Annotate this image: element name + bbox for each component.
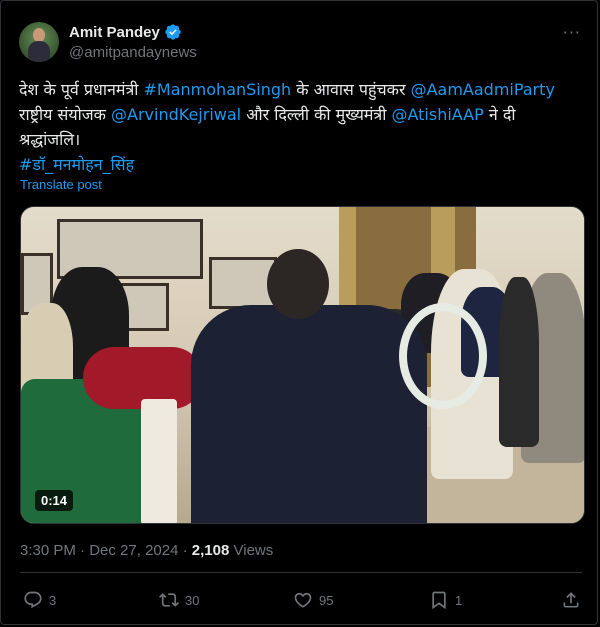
video-frame-person	[191, 305, 427, 523]
mention-link[interactable]: @AamAadmiParty	[411, 80, 555, 99]
video-frame-wreath	[399, 303, 487, 409]
post-meta: 3:30 PM · Dec 27, 2024 · 2,108 Views	[20, 542, 273, 559]
video-frame-person	[267, 249, 329, 319]
more-options-icon[interactable]: ···	[563, 23, 581, 42]
post-text-line-2: राष्ट्रीय संयोजक @ArvindKejriwal और दिल्…	[19, 102, 585, 127]
post-text-line-3: श्रद्धांजलि।	[19, 127, 585, 152]
share-icon	[563, 592, 579, 608]
post-text-segment: श्रद्धांजलि।	[19, 130, 81, 149]
avatar-head	[33, 28, 45, 42]
mention-link[interactable]: @AtishiAAP	[391, 105, 483, 124]
author-display-name[interactable]: Amit Pandey	[69, 24, 160, 41]
post-text: देश के पूर्व प्रधानमंत्री #ManmohanSingh…	[19, 77, 585, 177]
bookmark-button[interactable]: 1	[429, 590, 462, 610]
post-text-segment: के आवास पहुंचकर	[291, 80, 411, 99]
views-count[interactable]: 2,108	[192, 542, 230, 559]
video-duration-badge: 0:14	[35, 490, 74, 511]
post-card: Amit Pandey @amitpandaynews ··· देश के प…	[0, 0, 598, 625]
post-text-segment: देश के पूर्व प्रधानमंत्री	[19, 80, 144, 99]
video-frame-person	[499, 277, 539, 447]
hashtag-link[interactable]: #डॉ_मनमोहन_सिंह	[19, 155, 134, 174]
author-name-row: Amit Pandey	[69, 23, 182, 41]
reply-button[interactable]: 3	[23, 590, 56, 610]
post-text-line-4: #डॉ_मनमोहन_सिंह	[19, 152, 585, 177]
repost-button[interactable]: 30	[159, 590, 199, 610]
meta-separator: ·	[75, 542, 90, 559]
post-time[interactable]: 3:30 PM	[20, 542, 76, 559]
views-label: Views	[229, 542, 274, 559]
repost-count: 30	[185, 592, 200, 608]
share-button[interactable]	[561, 590, 581, 610]
bookmark-count: 1	[455, 592, 463, 608]
post-text-line-1: देश के पूर्व प्रधानमंत्री #ManmohanSingh…	[19, 77, 585, 102]
video-player[interactable]: 0:14	[20, 206, 585, 524]
bookmark-icon	[432, 591, 446, 610]
like-button[interactable]: 95	[293, 590, 333, 610]
like-count: 95	[319, 592, 334, 608]
action-bar: 3 30 95 1	[1, 587, 600, 615]
avatar[interactable]	[19, 22, 59, 62]
heart-icon	[294, 592, 312, 608]
author-handle[interactable]: @amitpandaynews	[69, 44, 197, 61]
mention-link[interactable]: @ArvindKejriwal	[111, 105, 241, 124]
post-text-segment: और दिल्ली की मुख्यमंत्री	[241, 105, 392, 124]
verified-badge-icon[interactable]	[164, 23, 182, 41]
video-frame-flowers	[141, 399, 177, 523]
post-text-segment: राष्ट्रीय संयोजक	[19, 105, 112, 124]
reply-count: 3	[49, 592, 57, 608]
post-text-segment: ने दी	[483, 105, 516, 124]
reply-icon	[24, 591, 42, 609]
post-date[interactable]: Dec 27, 2024	[89, 542, 178, 559]
hashtag-link[interactable]: #ManmohanSingh	[144, 80, 292, 99]
avatar-body	[28, 41, 50, 62]
translate-post-link[interactable]: Translate post	[20, 177, 102, 192]
repost-icon	[159, 593, 179, 607]
meta-separator: ·	[178, 542, 192, 559]
divider	[20, 572, 582, 573]
